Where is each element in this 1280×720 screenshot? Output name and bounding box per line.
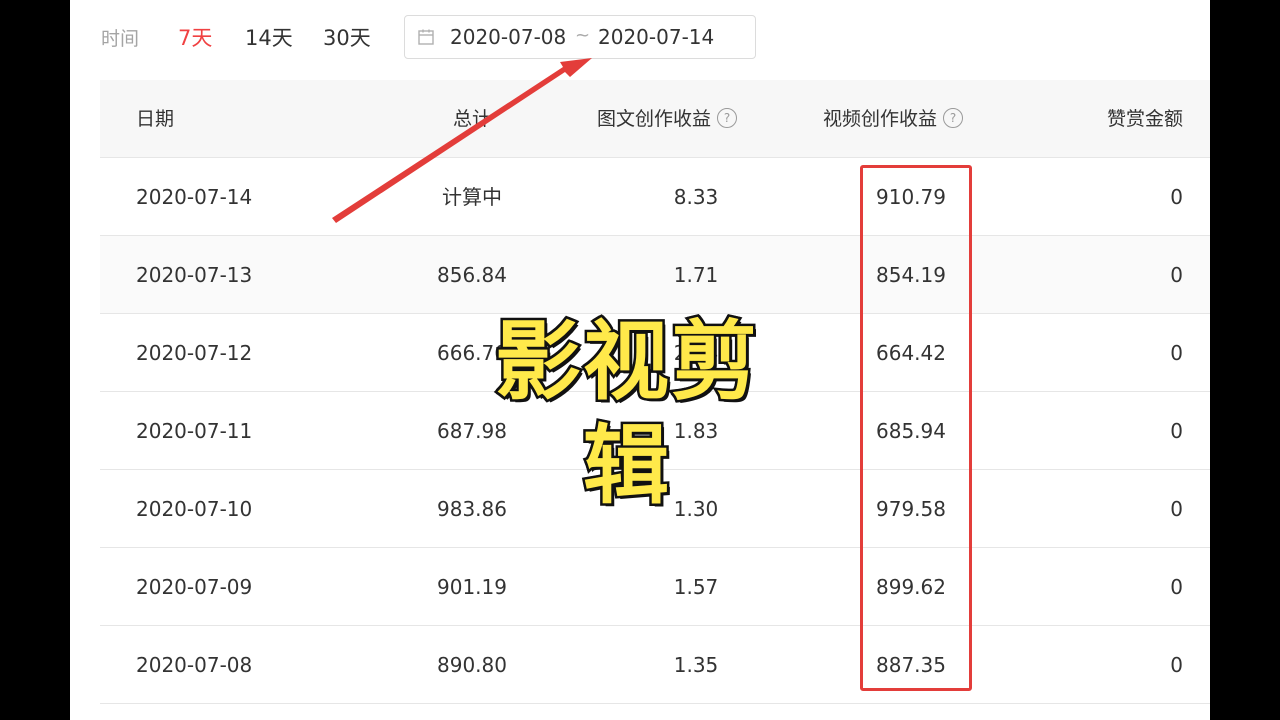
cell-video: 887.35: [876, 653, 946, 677]
date-separator: ~: [575, 25, 591, 46]
header-tuwen-label: 图文创作收益: [597, 108, 712, 130]
header-video-label: 视频创作收益: [823, 108, 938, 130]
table-header: 日期 总计 图文创作收益? 视频创作收益? 赞赏金额: [100, 80, 1210, 158]
cell-video: 854.19: [876, 263, 946, 287]
table-row: 2020-07-13 856.84 1.71 854.19 0: [100, 236, 1210, 314]
table-row: 2020-07-08 890.80 1.35 887.35 0: [100, 626, 1210, 704]
range-7-days[interactable]: 7天: [178, 22, 212, 52]
cell-total: 856.84: [437, 263, 507, 287]
cell-reward: 0: [1170, 185, 1183, 209]
date-start: 2020-07-08: [450, 25, 567, 49]
cell-reward: 0: [1170, 497, 1183, 521]
cell-video: 685.94: [876, 419, 946, 443]
cell-reward: 0: [1170, 419, 1183, 443]
header-video: 视频创作收益?: [823, 80, 964, 158]
cell-date: 2020-07-11: [136, 419, 253, 443]
header-total: 总计: [452, 108, 491, 130]
cell-tuwen: 1.57: [673, 575, 719, 599]
cell-total: 983.86: [437, 497, 507, 521]
cell-date: 2020-07-09: [136, 575, 253, 599]
range-14-days[interactable]: 14天: [245, 22, 293, 52]
date-end: 2020-07-14: [598, 25, 715, 49]
cell-total: 计算中: [442, 185, 502, 209]
overlay-title: 影视剪辑: [493, 310, 760, 519]
cell-reward: 0: [1170, 575, 1183, 599]
range-30-days[interactable]: 30天: [323, 22, 371, 52]
cell-total: 901.19: [437, 575, 507, 599]
cell-tuwen: 8.33: [673, 185, 719, 209]
time-filter-bar: 时间 7天 14天 30天 2020-07-08 ~ 2020-07-14: [70, 0, 1210, 76]
cell-reward: 0: [1170, 263, 1183, 287]
cell-reward: 0: [1170, 653, 1183, 677]
cell-date: 2020-07-13: [136, 263, 253, 287]
help-circle-icon[interactable]: ?: [717, 107, 738, 128]
cell-tuwen: 1.35: [673, 653, 719, 677]
table-row: 2020-07-14 计算中 8.33 910.79 0: [100, 158, 1210, 236]
header-tuwen: 图文创作收益?: [597, 80, 738, 158]
help-circle-icon[interactable]: ?: [943, 107, 964, 128]
cell-video: 664.42: [876, 341, 946, 365]
time-label: 时间: [101, 28, 140, 50]
cell-total: 890.80: [437, 653, 507, 677]
header-date: 日期: [136, 108, 175, 130]
table-row: 2020-07-09 901.19 1.57 899.62 0: [100, 548, 1210, 626]
cell-reward: 0: [1170, 341, 1183, 365]
cell-date: 2020-07-10: [136, 497, 253, 521]
cell-tuwen: 1.71: [673, 263, 719, 287]
cell-date: 2020-07-14: [136, 185, 253, 209]
cell-video: 979.58: [876, 497, 946, 521]
cell-video: 910.79: [876, 185, 946, 209]
cell-video: 899.62: [876, 575, 946, 599]
cell-date: 2020-07-08: [136, 653, 253, 677]
header-reward: 赞赏金额: [1106, 108, 1183, 130]
calendar-icon: [417, 28, 435, 50]
cell-date: 2020-07-12: [136, 341, 253, 365]
date-range-picker[interactable]: 2020-07-08 ~ 2020-07-14: [404, 15, 756, 59]
